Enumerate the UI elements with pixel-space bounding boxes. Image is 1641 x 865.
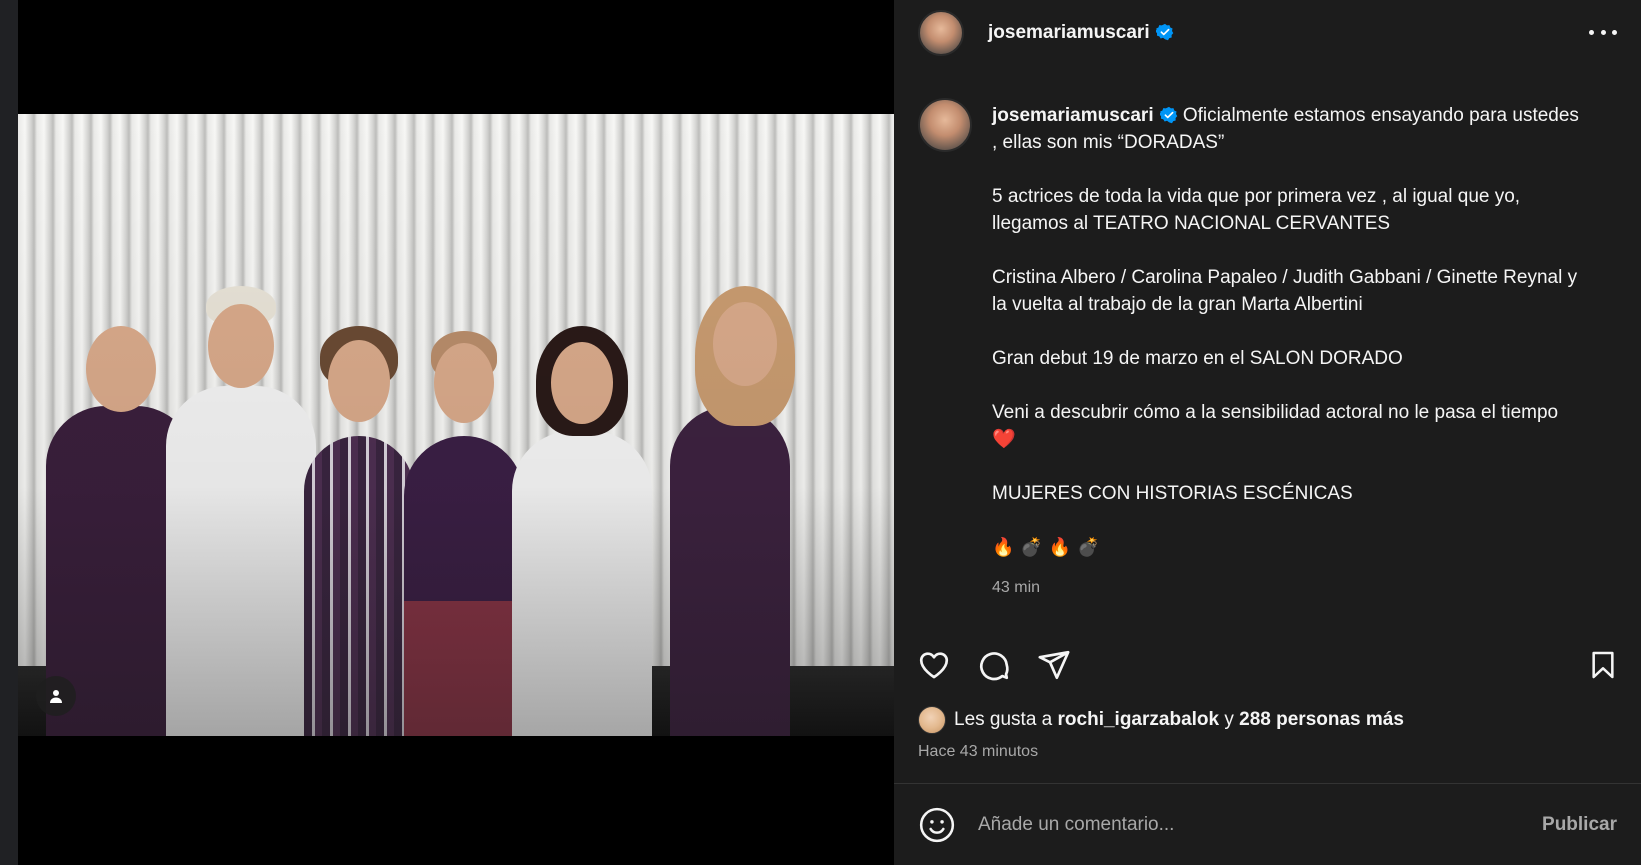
publish-button[interactable]: Publicar [1542, 814, 1617, 836]
comment-bubble-icon[interactable] [974, 645, 1014, 685]
caption-author-avatar[interactable] [918, 98, 972, 152]
caption-paragraph: Veni a descubrir cómo a la sensibilidad … [992, 402, 1559, 450]
post-timestamp[interactable]: Hace 43 minutos [918, 743, 1038, 761]
caption-emojis: 🔥💣🔥💣 [992, 537, 1106, 557]
caption-paragraph: Cristina Albero / Carolina Papaleo / Jud… [992, 267, 1578, 315]
caption-paragraph: MUJERES CON HISTORIAS ESCÉNICAS [992, 483, 1353, 504]
post-details-panel: josemariamuscari josemariamuscari Oficia… [894, 0, 1641, 865]
photo-shade [18, 114, 894, 736]
likes-summary: Les gusta a rochi_igarzabalok y 288 pers… [918, 706, 1404, 734]
likes-prefix: Les gusta a [954, 709, 1058, 730]
caption-paragraph: 5 actrices de toda la vida que por prime… [992, 186, 1521, 234]
verified-badge-icon [1155, 23, 1173, 41]
post-header: josemariamuscari [894, 0, 1641, 66]
caption-section: josemariamuscari Oficialmente estamos en… [894, 80, 1641, 622]
likes-count[interactable]: 288 personas más [1239, 709, 1404, 731]
caption-text: josemariamuscari Oficialmente estamos en… [992, 102, 1582, 601]
post-media[interactable] [18, 0, 894, 865]
liker-avatar[interactable] [918, 706, 946, 734]
verified-badge-icon [1159, 106, 1177, 124]
liker-username[interactable]: rochi_igarzabalok [1058, 709, 1220, 731]
paper-plane-icon[interactable] [1034, 645, 1074, 685]
author-avatar[interactable] [918, 10, 964, 56]
caption-paragraph: Gran debut 19 de marzo en el SALON DORAD… [992, 348, 1403, 369]
post-actions [894, 640, 1641, 690]
caption-username[interactable]: josemariamuscari [992, 105, 1178, 126]
likes-joiner: y [1219, 709, 1240, 730]
caption-timestamp[interactable]: 43 min [992, 574, 1582, 601]
post-photo [18, 114, 894, 736]
person-tag-icon[interactable] [36, 676, 76, 716]
comment-input[interactable] [978, 813, 1531, 836]
smiley-icon[interactable] [918, 806, 956, 844]
heart-icon[interactable] [914, 645, 954, 685]
author-username[interactable]: josemariamuscari [988, 22, 1174, 44]
window-left-edge [0, 0, 18, 865]
comment-bar: Publicar [894, 784, 1641, 865]
more-options-icon[interactable] [1589, 20, 1617, 44]
bookmark-icon[interactable] [1583, 645, 1623, 685]
